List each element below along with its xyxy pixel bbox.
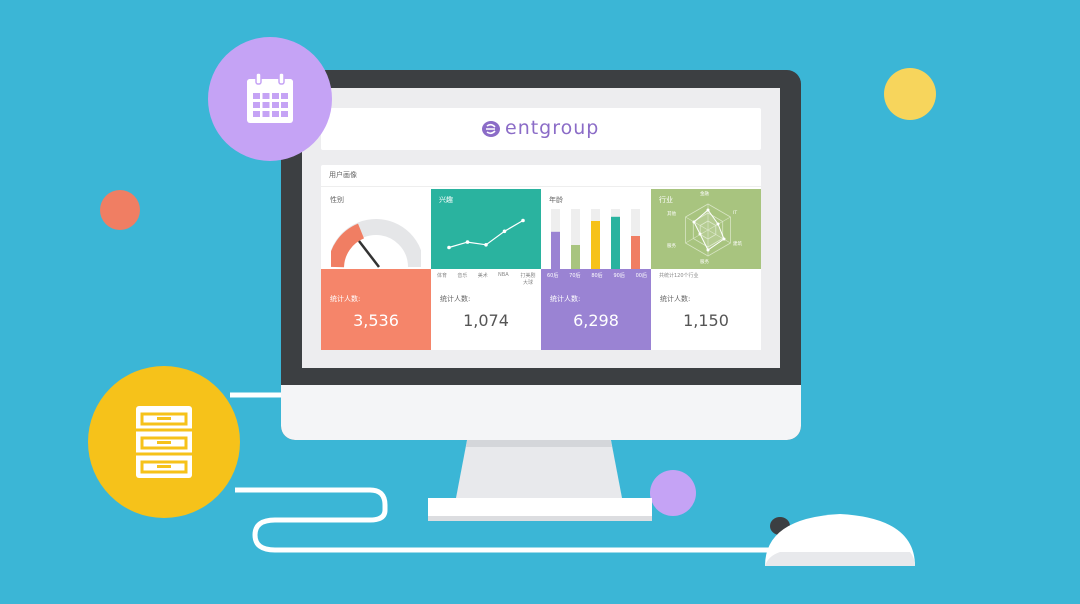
logo-text: entgroup [505, 117, 600, 139]
interest-point [502, 229, 507, 234]
interest-point [465, 240, 470, 244]
card-gender[interactable]: 性别 女性 男性 统计人数: 3,536 [321, 189, 431, 350]
age-label: 90后 [613, 273, 625, 279]
industry-stat-value: 1,150 [683, 311, 729, 330]
age-bar [551, 231, 560, 269]
age-bar [571, 245, 580, 269]
radar-label-it: IT [733, 211, 738, 216]
card-gender-title: 性别 [330, 196, 344, 204]
radar-label-construction: 建筑 [733, 242, 742, 247]
interest-line-chart [447, 218, 525, 250]
age-label: 00后 [635, 273, 647, 279]
gender-stat-label: 统计人数: [330, 295, 361, 303]
section-divider [321, 186, 761, 187]
card-age-stat [541, 269, 651, 350]
interest-stat-value: 1,074 [463, 311, 509, 330]
interest-label: 美术 [477, 273, 488, 279]
gender-stat-value: 3,536 [353, 311, 399, 330]
radar-label-finance: 金融 [700, 192, 709, 197]
age-label: 70后 [569, 273, 581, 279]
radar-label-service-bottom: 服务 [700, 260, 709, 265]
age-stat-label: 统计人数: [550, 295, 581, 303]
age-bar [611, 216, 620, 269]
card-age[interactable]: 年龄 60后 70后 80后 90后 00后 60后 70后 80后 90后 0… [541, 189, 651, 350]
interest-point [521, 218, 525, 223]
age-stat-value: 6,298 [573, 311, 619, 330]
interest-label: 音乐 [457, 273, 468, 279]
logo-bar: entgroup [321, 108, 761, 150]
dashboard-panel: 用户画像 性别 女性 男性 统计人数: 3,536 兴趣 体育 音乐 美术 [321, 165, 761, 350]
calendar-icon [247, 72, 293, 123]
industry-stat-label: 统计人数: [660, 295, 691, 303]
radar-label-other: 其他 [667, 212, 676, 217]
interest-label: NBA [498, 272, 509, 278]
gender-gauge [331, 219, 421, 268]
age-bar-chart [551, 209, 640, 269]
industry-footnote: 共统计120个行业 [659, 273, 699, 279]
interest-label: 打美剧大球 [520, 273, 536, 286]
file-cabinet-icon [136, 406, 192, 478]
interest-point [447, 245, 451, 250]
mouse-icon [765, 514, 915, 566]
card-interest[interactable]: 兴趣 体育 音乐 美术 NBA 打美剧大球 统计人数: 1,074 [431, 189, 541, 350]
interest-point [484, 243, 488, 247]
calendar-bubble [208, 37, 332, 161]
logo-mark-icon [482, 121, 500, 137]
age-bar [631, 236, 640, 269]
age-labels-overlay: 60后 70后 80后 90后 00后 [547, 272, 647, 279]
industry-radar-chart [685, 203, 731, 257]
age-label: 80后 [591, 273, 603, 279]
card-industry[interactable]: 行业 金融 IT 建筑 服务 服务 其他 共统计120个行业 统计人数: 1,1… [651, 189, 761, 350]
radar-label-service-left: 服务 [667, 244, 676, 249]
interest-labels: 体育 音乐 美术 NBA 打美剧大球 [437, 272, 537, 286]
cabinet-bubble [88, 366, 240, 518]
card-gender-stat [321, 269, 431, 350]
section-title: 用户画像 [329, 171, 357, 179]
interest-label: 体育 [437, 273, 448, 279]
interest-stat-label: 统计人数: [440, 295, 471, 303]
screen: entgroup 用户画像 性别 女性 男性 统计人数: 3,536 兴趣 体育 [302, 88, 780, 368]
age-label: 60后 [547, 273, 559, 279]
monitor-chin [281, 385, 801, 440]
age-bar [591, 221, 600, 269]
